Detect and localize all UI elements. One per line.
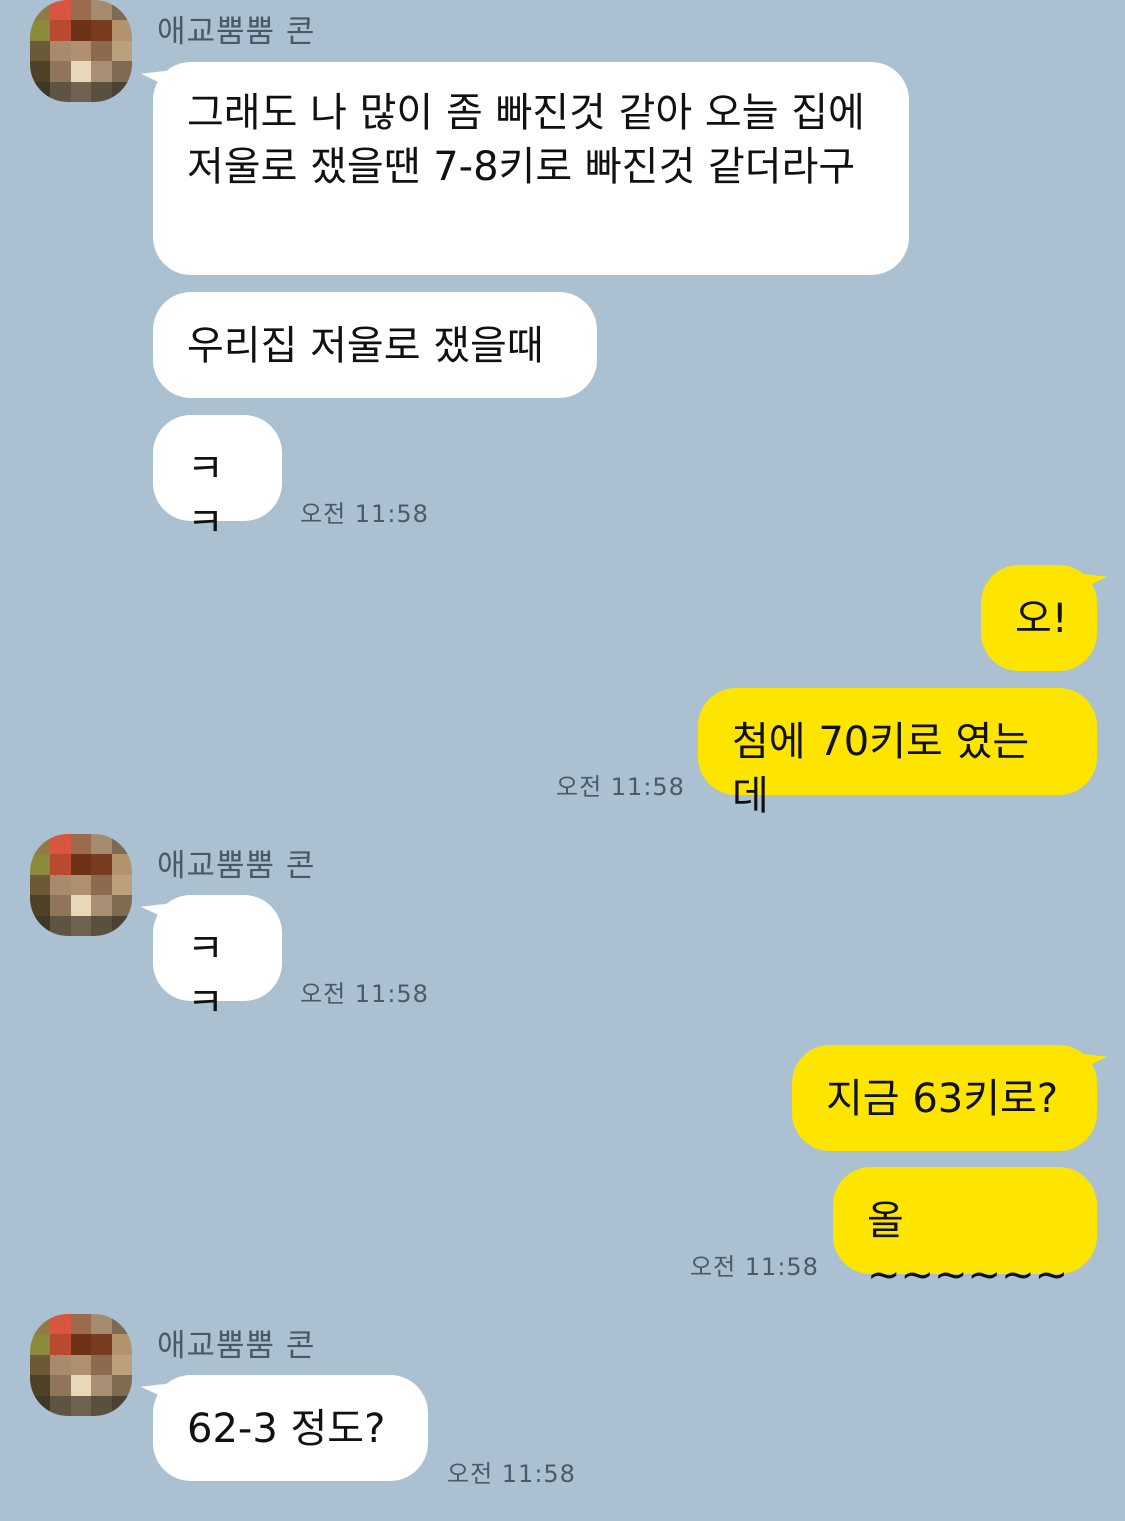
contact-name: 애교뿜뿜 콘	[157, 1328, 316, 1364]
message-timestamp: 오전 11:58	[300, 980, 429, 1008]
incoming-message[interactable]: ㅋㅋ	[153, 895, 282, 1026]
contact-avatar[interactable]	[30, 834, 132, 936]
message-timestamp: 오전 11:58	[300, 500, 429, 528]
message-timestamp: 오전 11:58	[447, 1460, 576, 1488]
contact-name: 애교뿜뿜 콘	[157, 848, 316, 884]
contact-avatar[interactable]	[30, 0, 132, 102]
incoming-message[interactable]: ㅋㅋ	[153, 415, 282, 546]
incoming-message[interactable]: 62-3 정도?	[153, 1375, 428, 1481]
message-timestamp: 오전 11:58	[556, 773, 685, 801]
message-timestamp: 오전 11:58	[690, 1253, 819, 1281]
outgoing-message[interactable]: 지금 63키로?	[792, 1045, 1097, 1151]
contact-name: 애교뿜뿜 콘	[157, 14, 316, 50]
outgoing-message[interactable]: 첨에 70키로 였는데	[698, 688, 1097, 819]
contact-avatar[interactable]	[30, 1314, 132, 1416]
outgoing-message[interactable]: 올~~~~~~	[833, 1167, 1097, 1298]
incoming-message[interactable]: 그래도 나 많이 좀 빠진것 같아 오늘 집에 저울로 쟀을땐 7-8키로 빠진…	[153, 62, 909, 275]
incoming-message[interactable]: 우리집 저울로 쟀을때	[153, 292, 597, 398]
outgoing-message[interactable]: 오!	[981, 565, 1097, 671]
